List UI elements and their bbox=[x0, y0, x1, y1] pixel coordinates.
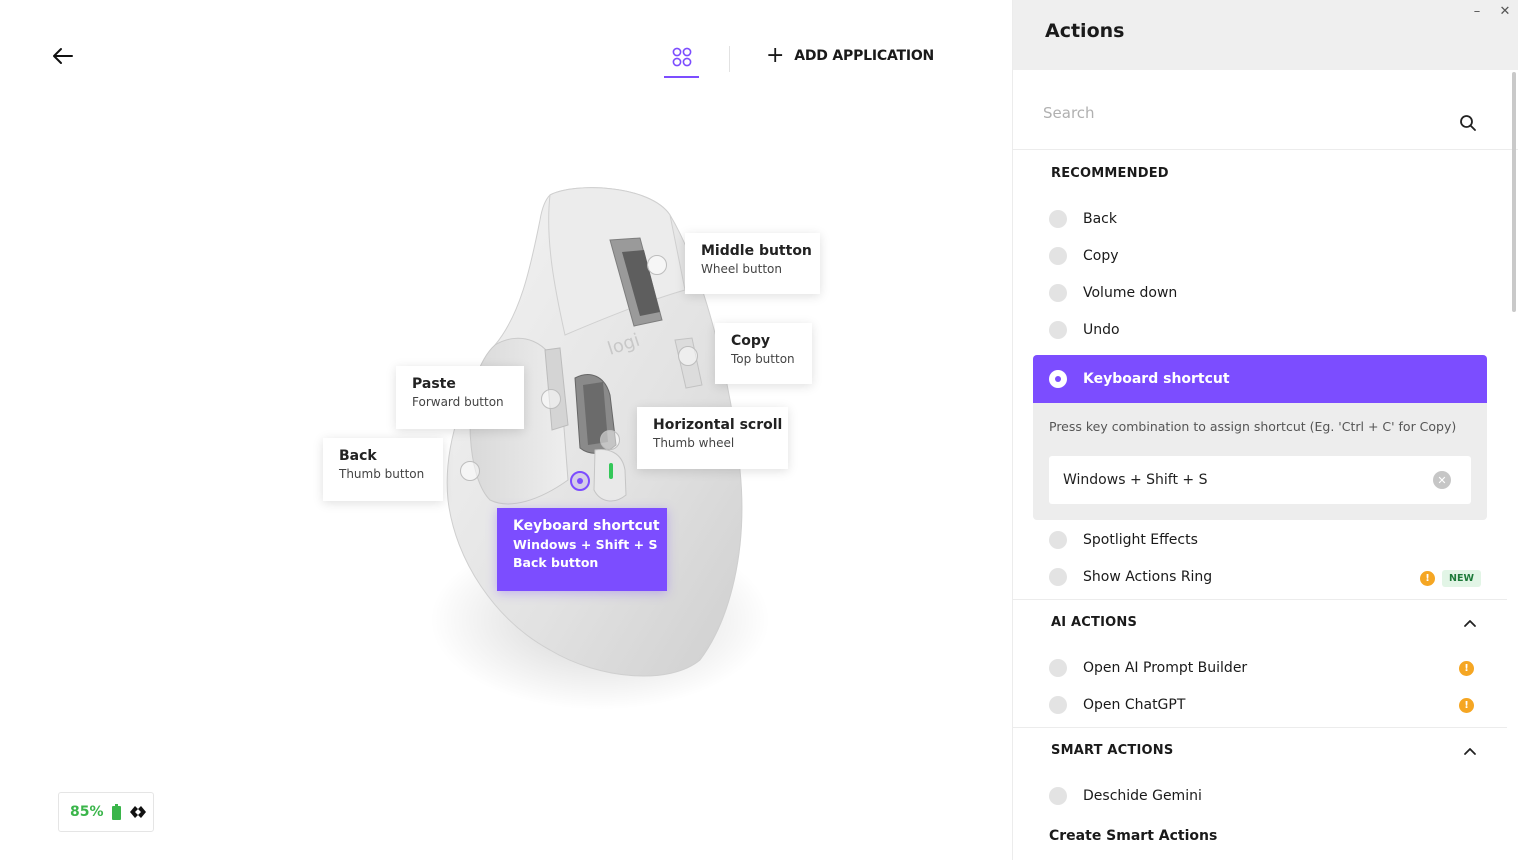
back-arrow-icon[interactable] bbox=[50, 44, 76, 68]
radio-button[interactable] bbox=[1049, 210, 1067, 228]
action-option[interactable]: Copy bbox=[1049, 247, 1119, 265]
ai-actions-header[interactable]: AI ACTIONS bbox=[1051, 615, 1477, 630]
recommended-label: RECOMMENDED bbox=[1051, 166, 1169, 181]
hotspot-top-button[interactable] bbox=[678, 346, 698, 366]
radio-button[interactable] bbox=[1049, 247, 1067, 265]
actions-panel: Actions RECOMMENDED Back Copy Volume dow… bbox=[1012, 0, 1518, 860]
shortcut-field: ✕ bbox=[1049, 456, 1471, 504]
search-input[interactable] bbox=[1043, 104, 1443, 122]
scrollbar[interactable] bbox=[1512, 72, 1516, 312]
add-application-button[interactable]: + ADD APPLICATION bbox=[766, 43, 935, 68]
action-label: Undo bbox=[1083, 322, 1120, 338]
action-option[interactable]: Open ChatGPT bbox=[1049, 696, 1185, 714]
action-option[interactable]: Show Actions Ring bbox=[1049, 568, 1479, 586]
callout-title: Keyboard shortcut bbox=[513, 518, 660, 534]
callout-top-button[interactable]: Copy Top button bbox=[715, 323, 812, 384]
keyboard-shortcut-label: Keyboard shortcut bbox=[1083, 371, 1230, 387]
warning-icon[interactable]: ! bbox=[1459, 698, 1474, 713]
action-label: Back bbox=[1083, 211, 1117, 227]
battery-status: 85% bbox=[58, 792, 154, 832]
warning-icon[interactable]: ! bbox=[1459, 661, 1474, 676]
panel-header: Actions bbox=[1013, 0, 1518, 70]
action-option[interactable]: Open AI Prompt Builder bbox=[1049, 659, 1247, 677]
battery-icon bbox=[111, 804, 121, 820]
hotspot-thumb-wheel[interactable] bbox=[600, 430, 620, 450]
callout-subtitle: Forward button bbox=[412, 395, 504, 409]
chevron-up-icon[interactable] bbox=[1463, 616, 1477, 630]
callout-thumb-wheel[interactable]: Horizontal scroll Thumb wheel bbox=[637, 407, 788, 469]
radio-button[interactable] bbox=[1049, 284, 1067, 302]
radio-button[interactable] bbox=[1049, 696, 1067, 714]
action-label: Open ChatGPT bbox=[1083, 697, 1186, 713]
shortcut-input[interactable] bbox=[1063, 472, 1403, 488]
radio-button[interactable] bbox=[1049, 321, 1067, 339]
callout-middle-button[interactable]: Middle button Wheel button bbox=[685, 233, 820, 294]
callout-subtitle: Thumb wheel bbox=[653, 436, 735, 450]
action-option[interactable]: Back bbox=[1049, 210, 1117, 228]
radio-button[interactable] bbox=[1049, 568, 1067, 586]
radio-button[interactable] bbox=[1049, 659, 1067, 677]
hotspot-back-button[interactable] bbox=[570, 471, 590, 491]
callout-back-button[interactable]: Keyboard shortcut Windows + Shift + S Ba… bbox=[497, 508, 667, 591]
action-option[interactable]: Deschide Gemini bbox=[1049, 787, 1202, 805]
callout-title: Copy bbox=[731, 333, 771, 349]
callout-title: Paste bbox=[412, 376, 456, 392]
close-button[interactable]: ✕ bbox=[1498, 4, 1512, 19]
divider bbox=[1013, 599, 1507, 600]
top-nav: + ADD APPLICATION bbox=[664, 40, 934, 78]
keyboard-shortcut-panel: Keyboard shortcut Press key combination … bbox=[1033, 355, 1487, 520]
apps-grid-icon bbox=[672, 47, 691, 67]
smart-actions-label: SMART ACTIONS bbox=[1051, 743, 1174, 758]
action-option[interactable]: Spotlight Effects bbox=[1049, 531, 1198, 549]
chevron-up-icon[interactable] bbox=[1463, 744, 1477, 758]
minimize-button[interactable]: – bbox=[1470, 4, 1484, 19]
smart-actions-header[interactable]: SMART ACTIONS bbox=[1051, 743, 1477, 758]
plus-icon: + bbox=[766, 43, 785, 68]
callout-subtitle: Wheel button bbox=[701, 262, 782, 276]
logi-bolt-icon bbox=[129, 806, 146, 818]
action-option[interactable]: Undo bbox=[1049, 321, 1120, 339]
action-option[interactable]: Volume down bbox=[1049, 284, 1177, 302]
clear-icon[interactable]: ✕ bbox=[1433, 471, 1451, 489]
search-icon[interactable] bbox=[1459, 114, 1477, 132]
main-area: + ADD APPLICATION logi Middle button Whe… bbox=[0, 0, 1012, 860]
callout-title: Middle button bbox=[701, 243, 812, 259]
warning-icon[interactable]: ! bbox=[1420, 571, 1435, 586]
divider bbox=[1013, 727, 1507, 728]
callout-subtitle: Back button bbox=[513, 555, 599, 570]
action-label: Open AI Prompt Builder bbox=[1083, 660, 1248, 676]
hotspot-forward-button[interactable] bbox=[541, 389, 561, 409]
new-badge: NEW bbox=[1442, 570, 1481, 587]
callout-thumb-button[interactable]: Back Thumb button bbox=[323, 438, 443, 501]
shortcut-hint: Press key combination to assign shortcut… bbox=[1049, 419, 1457, 434]
battery-percent: 85% bbox=[70, 804, 104, 820]
nav-divider bbox=[729, 46, 730, 72]
ai-actions-label: AI ACTIONS bbox=[1051, 615, 1138, 630]
action-label: Volume down bbox=[1083, 285, 1178, 301]
hotspot-thumb-button[interactable] bbox=[460, 461, 480, 481]
search-bar bbox=[1013, 70, 1518, 150]
action-label: Copy bbox=[1083, 248, 1119, 264]
radio-button-selected[interactable] bbox=[1049, 370, 1067, 388]
callout-title: Back bbox=[339, 448, 377, 464]
panel-title: Actions bbox=[1045, 20, 1125, 42]
callout-value: Windows + Shift + S bbox=[513, 537, 658, 552]
hotspot-middle-button[interactable] bbox=[647, 255, 667, 275]
callout-title: Horizontal scroll bbox=[653, 417, 783, 433]
add-application-label: ADD APPLICATION bbox=[794, 48, 935, 64]
window-controls: – ✕ bbox=[1470, 4, 1512, 19]
action-label: Show Actions Ring bbox=[1083, 569, 1213, 585]
keyboard-shortcut-option[interactable]: Keyboard shortcut bbox=[1033, 355, 1487, 403]
action-label: Spotlight Effects bbox=[1083, 532, 1198, 548]
radio-button[interactable] bbox=[1049, 531, 1067, 549]
callout-subtitle: Top button bbox=[731, 352, 795, 366]
callout-subtitle: Thumb button bbox=[339, 467, 425, 481]
action-label: Deschide Gemini bbox=[1083, 788, 1202, 804]
callout-forward-button[interactable]: Paste Forward button bbox=[396, 366, 524, 429]
tab-all-applications[interactable] bbox=[664, 40, 699, 78]
radio-button[interactable] bbox=[1049, 787, 1067, 805]
create-smart-actions-link[interactable]: Create Smart Actions bbox=[1049, 828, 1217, 844]
